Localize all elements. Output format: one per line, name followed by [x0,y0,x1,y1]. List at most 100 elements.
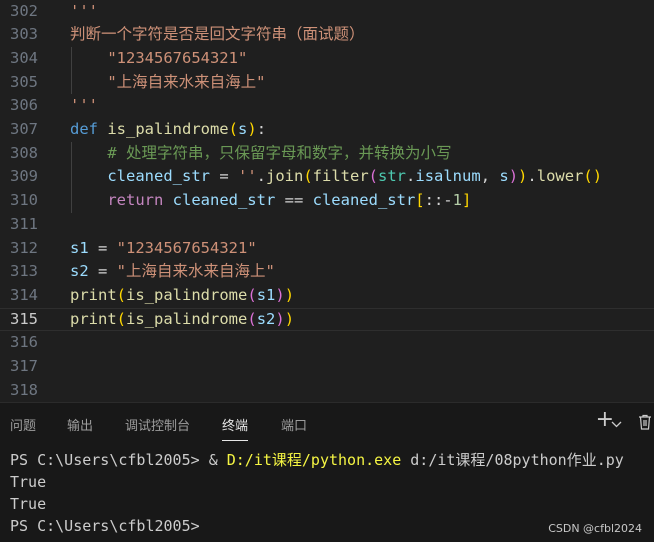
code-text: ''' [70,94,98,118]
code-text: 判断一个字符是否是回文字符串（面试题） [70,23,365,47]
terminal-line: PS C:\Users\cfbl2005> [10,517,200,535]
line-number: 315 [10,309,38,328]
code-token: , [480,167,500,186]
code-line[interactable]: 316 [0,331,654,355]
line-number: 305 [10,72,38,91]
code-line[interactable]: 310 return cleaned_str == cleaned_str[::… [0,189,654,213]
code-token: # 处理字符串，只保留字母和数字，并转换为小写 [70,143,452,162]
code-token: ) [518,167,528,186]
trash-icon[interactable] [636,413,654,435]
code-token: ''' [70,1,98,20]
code-line[interactable]: 305 "上海自来水来自海上" [0,71,654,95]
code-token: return [70,191,173,210]
code-token: ( [368,167,379,186]
terminal-argument: d:/it课程/08python作业.py [401,451,624,469]
code-line[interactable]: 309 cleaned_str = ''.join(filter(str.isa… [0,165,654,189]
code-token: ) [275,285,285,304]
code-line[interactable]: 314 print(is_palindrome(s1)) [0,284,654,308]
code-token: = [209,167,238,186]
code-token: cleaned_str [70,167,210,186]
line-number: 314 [10,285,38,304]
terminal-line: True [10,495,47,513]
terminal-exe-path: D:/it课程/python.exe [226,451,402,469]
code-line[interactable]: 306 ''' [0,94,654,118]
code-text: return cleaned_str == cleaned_str[::-1] [70,189,471,213]
code-token: ) [284,285,295,304]
code-token: . [527,167,537,186]
code-token: == [275,191,313,210]
line-number: 306 [10,96,38,115]
code-token: 1 [452,191,462,210]
code-text: "1234567654321" [70,47,247,71]
code-text: # 处理字符串，只保留字母和数字，并转换为小写 [70,142,452,166]
code-token: print [70,309,117,328]
code-token: ) [508,167,519,186]
line-number: 303 [10,25,38,44]
code-token: 判断一个字符是否是回文字符串（面试题） [70,25,365,44]
code-line[interactable]: 311 [0,213,654,237]
code-text: print(is_palindrome(s1)) [70,284,294,308]
code-text: s1 = "1234567654321" [70,237,257,261]
code-token: ( [116,309,127,328]
watermark: CSDN @cfbl2024 [548,522,642,535]
code-token: filter [312,167,369,186]
code-line[interactable]: 308 # 处理字符串，只保留字母和数字，并转换为小写 [0,142,654,166]
code-line[interactable]: 307 def is_palindrome(s): [0,118,654,142]
code-token: s2 [70,262,89,281]
panel-tab-bar: 问题 输出 调试控制台 终端 端口 + [0,403,654,443]
code-token: str [378,167,407,186]
bottom-panel: 问题 输出 调试控制台 终端 端口 + PS C:\Users\cfbl2005… [0,402,654,542]
code-line[interactable]: 304 "1234567654321" [0,47,654,71]
code-token: isalnum [415,167,481,186]
code-text: "上海自来水来自海上" [70,71,266,95]
tab-debug-console[interactable]: 调试控制台 [125,415,190,434]
terminal-line: True [10,473,47,491]
terminal-prompt: PS C:\Users\cfbl2005> [10,451,209,469]
code-text: print(is_palindrome(s2)) [70,308,294,332]
code-line[interactable]: 317 [0,355,654,379]
code-token: . [256,167,266,186]
code-token: s1 [70,238,89,257]
code-line[interactable]: 303 判断一个字符是否是回文字符串（面试题） [0,23,654,47]
code-token: () [583,167,603,186]
code-text: s2 = "上海自来水来自海上" [70,260,275,284]
code-token: s1 [256,285,276,304]
code-token: ] [461,191,472,210]
line-number: 318 [10,380,38,399]
code-token: s [499,167,509,186]
code-line[interactable]: 318 [0,379,654,402]
code-token: . [406,167,416,186]
code-line[interactable]: 313 s2 = "上海自来水来自海上" [0,260,654,284]
tab-terminal[interactable]: 终端 [222,415,249,441]
code-editor[interactable]: 302 ''' 303 判断一个字符是否是回文字符串（面试题） 304 "1234567… [0,0,654,402]
code-text: def is_palindrome(s): [70,118,266,142]
code-token: lower [536,167,584,186]
line-number: 304 [10,48,38,67]
terminal-line: PS C:\Users\cfbl2005> & D:/it课程/python.e… [10,449,624,471]
code-text: ''' [70,0,98,23]
code-token: "上海自来水来自海上" [70,72,266,91]
code-token: "1234567654321" [70,48,248,67]
code-token: s2 [256,309,276,328]
tab-ports[interactable]: 端口 [281,415,307,434]
code-line[interactable]: 302 ''' [0,0,654,23]
line-number: 311 [10,214,38,233]
code-token: ) [275,309,285,328]
code-token: join [266,167,304,186]
code-line[interactable]: 315 print(is_palindrome(s2)) [0,308,654,332]
code-token: s [238,120,248,138]
code-token: "1234567654321" [116,238,257,257]
code-line[interactable]: 312 s1 = "1234567654321" [0,237,654,261]
code-token: is_palindrome [126,309,248,328]
line-number: 317 [10,357,38,375]
tab-output[interactable]: 输出 [67,415,93,434]
code-text: cleaned_str = ''.join(filter(str.isalnum… [70,165,602,189]
tab-problems[interactable]: 问题 [10,415,36,434]
code-token: [ [415,191,425,210]
code-token: "上海自来水来自海上" [116,262,275,281]
code-token: = [88,262,117,281]
code-token: ) [247,120,257,138]
code-token: ( [247,309,257,328]
code-token: ( [247,285,257,304]
chevron-down-icon[interactable] [611,417,622,432]
